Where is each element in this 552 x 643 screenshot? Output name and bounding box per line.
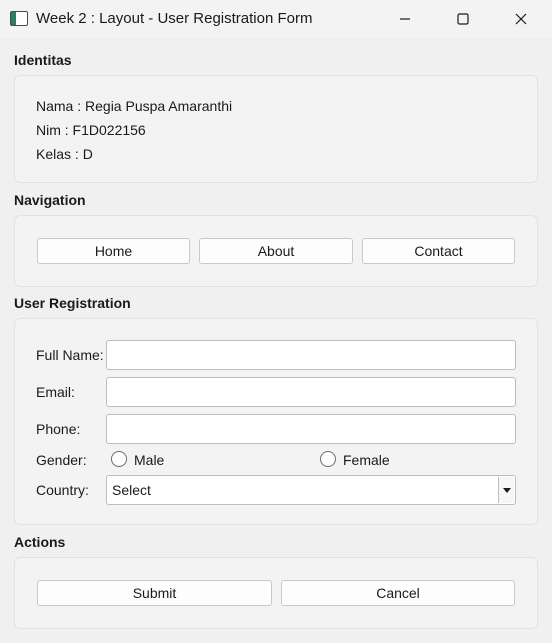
navigation-section-title: Navigation bbox=[14, 192, 86, 208]
contact-button[interactable]: Contact bbox=[362, 238, 515, 264]
female-radio[interactable] bbox=[320, 451, 336, 467]
full-name-label: Full Name: bbox=[36, 347, 104, 363]
nim-text: Nim : F1D022156 bbox=[36, 122, 146, 138]
male-radio-label: Male bbox=[134, 452, 165, 468]
submit-button[interactable]: Submit bbox=[37, 580, 272, 606]
chevron-down-icon[interactable] bbox=[498, 477, 514, 503]
full-name-field[interactable] bbox=[106, 340, 516, 370]
maximize-button[interactable] bbox=[434, 0, 492, 38]
close-icon bbox=[515, 13, 527, 25]
cancel-button[interactable]: Cancel bbox=[281, 580, 515, 606]
phone-field[interactable] bbox=[106, 414, 516, 444]
phone-label: Phone: bbox=[36, 421, 81, 437]
country-label: Country: bbox=[36, 482, 89, 498]
minimize-button[interactable] bbox=[376, 0, 434, 38]
country-selected-value: Select bbox=[112, 482, 151, 498]
female-radio-label: Female bbox=[343, 452, 390, 468]
app-window-icon bbox=[10, 11, 28, 26]
minimize-icon bbox=[400, 18, 410, 20]
home-button[interactable]: Home bbox=[37, 238, 190, 264]
country-select[interactable]: Select bbox=[106, 475, 516, 505]
gender-label: Gender: bbox=[36, 452, 87, 468]
about-button[interactable]: About bbox=[199, 238, 353, 264]
actions-section-title: Actions bbox=[14, 534, 66, 550]
kelas-text: Kelas : D bbox=[36, 146, 93, 162]
close-button[interactable] bbox=[492, 0, 550, 38]
maximize-icon bbox=[457, 13, 469, 25]
email-field[interactable] bbox=[106, 377, 516, 407]
male-radio[interactable] bbox=[111, 451, 127, 467]
nama-text: Nama : Regia Puspa Amaranthi bbox=[36, 98, 233, 114]
identitas-section-title: Identitas bbox=[14, 52, 72, 68]
window-title: Week 2 : Layout - User Registration Form bbox=[36, 10, 313, 27]
title-bar: Week 2 : Layout - User Registration Form bbox=[0, 0, 552, 38]
registration-section-title: User Registration bbox=[14, 295, 131, 311]
email-label: Email: bbox=[36, 384, 75, 400]
